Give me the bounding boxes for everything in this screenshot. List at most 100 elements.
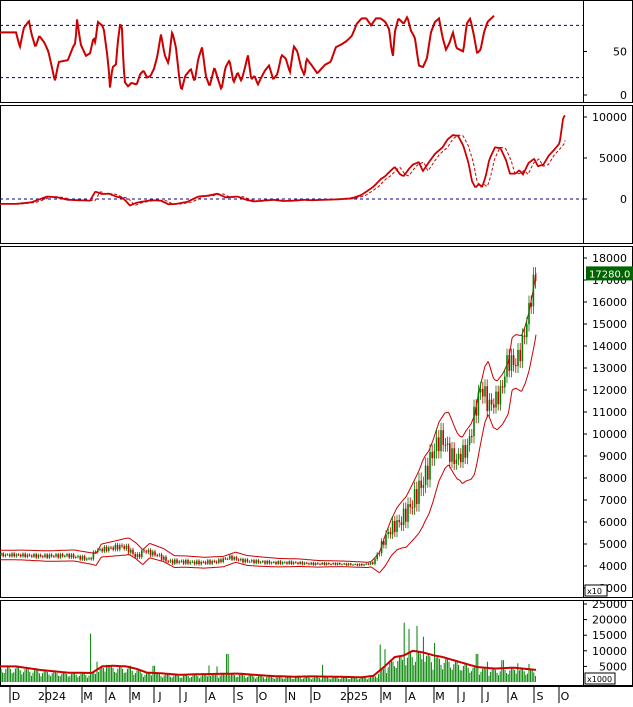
volume-bar (112, 668, 114, 682)
candle-body (519, 349, 521, 362)
volume-bar (509, 670, 511, 682)
candle-body (6, 554, 9, 556)
candle-body (422, 484, 425, 488)
candle-body (246, 559, 249, 562)
candle-body (15, 554, 18, 557)
volume-bar (421, 659, 423, 682)
y-tick-label: 9000 (599, 450, 627, 463)
candle-body (420, 480, 422, 488)
volume-bar (37, 670, 39, 682)
candle-body (299, 561, 301, 564)
volume-bar (168, 675, 170, 682)
x-tick-label: O (259, 690, 268, 703)
volume-bar (131, 670, 133, 682)
volume-bar (328, 678, 330, 682)
candle-body (402, 508, 405, 525)
candle-body (31, 555, 33, 557)
volume-bar (510, 668, 512, 682)
volume-bar (230, 673, 232, 682)
volume-bar (165, 673, 167, 682)
x-tick-label: S (237, 690, 244, 703)
candle-body (138, 554, 141, 558)
candle-body (193, 561, 196, 565)
candle-body (413, 489, 416, 508)
x-tick-label: D (313, 690, 321, 703)
candle-body (149, 550, 152, 556)
candle-body (279, 561, 282, 564)
candle-body (334, 562, 337, 565)
candle-body (471, 436, 473, 438)
candle-body (407, 504, 409, 522)
volume-bar (488, 675, 490, 682)
candle-body (378, 553, 381, 555)
y-tick-label: 14000 (592, 340, 627, 353)
volume-bar (74, 673, 76, 682)
volume-bar (390, 660, 392, 682)
volume-bar (445, 658, 447, 682)
volume-bar (14, 668, 16, 682)
candle-body (125, 545, 128, 549)
volume-bar (392, 661, 394, 682)
volume-bar (459, 670, 461, 682)
volume-bar (422, 636, 424, 682)
volume-bar (96, 661, 98, 682)
candle-body (68, 554, 70, 558)
candle-body (499, 386, 502, 405)
volume-bar (229, 675, 231, 682)
volume-bar (142, 676, 144, 682)
volume-bar (413, 665, 415, 682)
volume-bar (128, 665, 130, 682)
candle-body (314, 563, 317, 565)
candle-body (108, 547, 110, 551)
volume-bar (438, 658, 440, 682)
candle-body (482, 388, 484, 397)
x-tick-label: M (83, 690, 93, 703)
volume-bar (46, 671, 48, 682)
candle-body (521, 335, 524, 362)
candle-body (180, 560, 183, 562)
volume-bar (405, 665, 407, 682)
volume-bar (70, 673, 72, 682)
volume-bar (478, 674, 480, 682)
volume-bar (21, 674, 23, 682)
candle-body (449, 443, 451, 462)
candle-body (468, 436, 471, 445)
volume-bar (58, 675, 60, 682)
candle-body (94, 551, 97, 553)
candle-body (251, 560, 253, 562)
candle-body (35, 554, 37, 558)
candle-body (136, 554, 139, 558)
volume-bar (134, 673, 136, 682)
volume-bar (0, 668, 2, 682)
candle-body (526, 324, 528, 338)
candle-body (323, 562, 326, 565)
volume-bar (474, 666, 476, 682)
candle-body (141, 550, 143, 558)
volume-bar (125, 672, 127, 682)
volume-bar (144, 674, 146, 682)
candle-body (321, 562, 323, 565)
candle-body (530, 302, 532, 307)
candle-body (226, 558, 229, 560)
candle-body (46, 554, 48, 558)
y-tick-label: 11000 (592, 406, 627, 419)
candle-body (473, 406, 475, 437)
candle-body (446, 443, 449, 445)
candle-body (189, 561, 191, 564)
volume-bar (54, 671, 56, 682)
volume-bar (499, 671, 501, 682)
candle-body (273, 561, 275, 563)
candle-body (22, 553, 24, 557)
candle-body (196, 560, 198, 565)
volume-bar (512, 667, 514, 682)
volume-bar (395, 667, 397, 682)
volume-bar (237, 676, 239, 682)
volume-bar (69, 676, 71, 682)
x-tick-label: N (288, 690, 296, 703)
candle-body (405, 508, 407, 522)
candle-body (218, 559, 220, 563)
candle-body (418, 480, 420, 504)
y-tick-label: 10000 (592, 111, 627, 124)
candle-body (182, 560, 185, 564)
y-tick-label: 16000 (592, 296, 627, 309)
